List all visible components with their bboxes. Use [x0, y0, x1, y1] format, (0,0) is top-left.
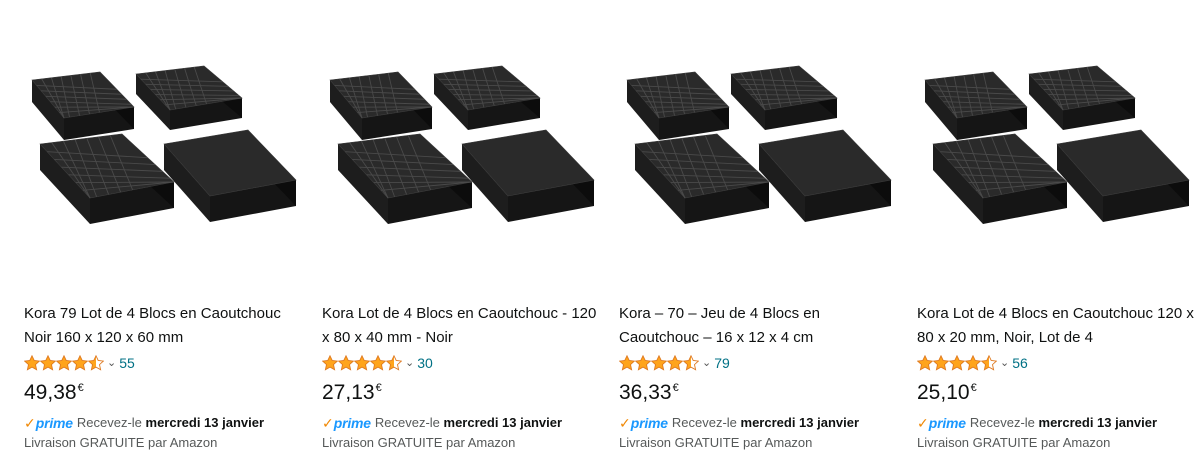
- star-rating[interactable]: [619, 355, 699, 371]
- star-icon: [338, 355, 354, 371]
- prime-label: prime: [928, 415, 966, 431]
- star-icon: [965, 355, 981, 371]
- product-title[interactable]: Kora – 70 – Jeu de 4 Blocs en Caoutchouc…: [619, 302, 904, 350]
- chevron-down-icon[interactable]: ⌄: [1000, 356, 1009, 369]
- prime-check-icon: ✓: [917, 415, 929, 431]
- product-card: Kora Lot de 4 Blocs en Caoutchouc - 120 …: [322, 0, 612, 464]
- price-currency: €: [375, 382, 382, 394]
- prime-label: prime: [333, 415, 371, 431]
- chevron-down-icon[interactable]: ⌄: [702, 356, 711, 369]
- delivery-prefix: Recevez-le: [76, 415, 142, 430]
- product-title[interactable]: Kora Lot de 4 Blocs en Caoutchouc 120 x …: [917, 302, 1198, 350]
- product-price[interactable]: 27,13 €: [322, 381, 382, 405]
- delivery-info: ✓ prime Recevez-le mercredi 13 janvier L…: [322, 413, 562, 453]
- product-image[interactable]: [322, 52, 602, 258]
- product-image[interactable]: [24, 52, 304, 258]
- delivery-prefix: Recevez-le: [671, 415, 737, 430]
- star-rating[interactable]: [24, 355, 104, 371]
- rating-row: ⌄ 79: [619, 352, 730, 374]
- prime-label: prime: [35, 415, 73, 431]
- rubber-blocks-image: [626, 65, 892, 224]
- shipping-info: Livraison GRATUITE par Amazon: [619, 435, 813, 450]
- chevron-down-icon[interactable]: ⌄: [405, 356, 414, 369]
- price-currency: €: [970, 382, 977, 394]
- price-whole: 36,33: [619, 381, 672, 404]
- delivery-date: mercredi 13 janvier: [740, 415, 860, 430]
- star-icon: [981, 355, 997, 371]
- prime-label: prime: [630, 415, 668, 431]
- star-icon: [683, 355, 699, 371]
- prime-check-icon: ✓: [322, 415, 334, 431]
- star-icon: [40, 355, 56, 371]
- product-price[interactable]: 49,38 €: [24, 381, 84, 405]
- delivery-info: ✓ prime Recevez-le mercredi 13 janvier L…: [917, 413, 1157, 453]
- product-card: Kora – 70 – Jeu de 4 Blocs en Caoutchouc…: [619, 0, 909, 464]
- star-icon: [933, 355, 949, 371]
- price-whole: 27,13: [322, 381, 375, 404]
- prime-badge: ✓ prime: [24, 413, 73, 433]
- product-card: Kora 79 Lot de 4 Blocs en Caoutchouc Noi…: [24, 0, 314, 464]
- star-icon: [88, 355, 104, 371]
- star-icon: [24, 355, 40, 371]
- rubber-blocks-image: [924, 65, 1190, 224]
- rubber-blocks-image: [31, 65, 297, 224]
- product-title[interactable]: Kora Lot de 4 Blocs en Caoutchouc - 120 …: [322, 302, 607, 350]
- star-icon: [619, 355, 635, 371]
- rating-row: ⌄ 30: [322, 352, 433, 374]
- truncated-content: [619, 456, 789, 464]
- star-rating[interactable]: [917, 355, 997, 371]
- delivery-prefix: Recevez-le: [969, 415, 1035, 430]
- truncated-content: [917, 456, 1087, 464]
- truncated-content: [24, 456, 194, 464]
- product-price[interactable]: 36,33 €: [619, 381, 679, 405]
- star-icon: [651, 355, 667, 371]
- star-icon: [386, 355, 402, 371]
- delivery-prefix: Recevez-le: [374, 415, 440, 430]
- delivery-info: ✓ prime Recevez-le mercredi 13 janvier L…: [24, 413, 264, 453]
- product-grid: Kora 79 Lot de 4 Blocs en Caoutchouc Noi…: [0, 0, 1198, 464]
- prime-check-icon: ✓: [24, 415, 36, 431]
- price-currency: €: [77, 382, 84, 394]
- review-count[interactable]: 30: [417, 355, 433, 371]
- truncated-content: [322, 456, 492, 464]
- star-icon: [370, 355, 386, 371]
- prime-badge: ✓ prime: [619, 413, 668, 433]
- delivery-info: ✓ prime Recevez-le mercredi 13 janvier L…: [619, 413, 859, 453]
- review-count[interactable]: 56: [1012, 355, 1028, 371]
- star-icon: [949, 355, 965, 371]
- prime-badge: ✓ prime: [322, 413, 371, 433]
- star-icon: [354, 355, 370, 371]
- rubber-blocks-image: [329, 65, 595, 224]
- shipping-info: Livraison GRATUITE par Amazon: [917, 435, 1111, 450]
- product-image[interactable]: [619, 52, 899, 258]
- star-icon: [635, 355, 651, 371]
- price-whole: 25,10: [917, 381, 970, 404]
- product-title[interactable]: Kora 79 Lot de 4 Blocs en Caoutchouc Noi…: [24, 302, 309, 350]
- price-currency: €: [672, 382, 679, 394]
- product-card: Kora Lot de 4 Blocs en Caoutchouc 120 x …: [917, 0, 1198, 464]
- star-icon: [56, 355, 72, 371]
- chevron-down-icon[interactable]: ⌄: [107, 356, 116, 369]
- star-icon: [667, 355, 683, 371]
- review-count[interactable]: 55: [119, 355, 135, 371]
- star-icon: [72, 355, 88, 371]
- delivery-date: mercredi 13 janvier: [1038, 415, 1158, 430]
- rating-row: ⌄ 55: [24, 352, 135, 374]
- shipping-info: Livraison GRATUITE par Amazon: [24, 435, 218, 450]
- shipping-info: Livraison GRATUITE par Amazon: [322, 435, 516, 450]
- delivery-date: mercredi 13 janvier: [145, 415, 265, 430]
- product-image[interactable]: [917, 52, 1197, 258]
- product-price[interactable]: 25,10 €: [917, 381, 977, 405]
- prime-badge: ✓ prime: [917, 413, 966, 433]
- star-icon: [322, 355, 338, 371]
- delivery-date: mercredi 13 janvier: [443, 415, 563, 430]
- star-rating[interactable]: [322, 355, 402, 371]
- rating-row: ⌄ 56: [917, 352, 1028, 374]
- review-count[interactable]: 79: [714, 355, 730, 371]
- prime-check-icon: ✓: [619, 415, 631, 431]
- star-icon: [917, 355, 933, 371]
- price-whole: 49,38: [24, 381, 77, 404]
